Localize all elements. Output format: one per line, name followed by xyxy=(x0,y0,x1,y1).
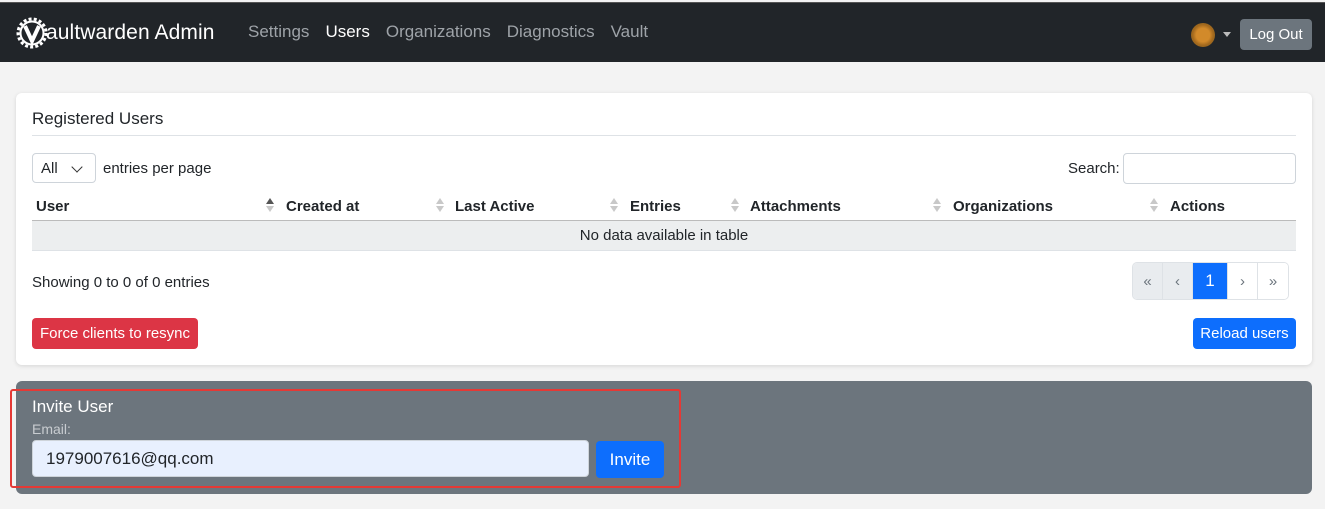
first-page-button[interactable]: « xyxy=(1133,263,1163,299)
highlight-box xyxy=(10,389,681,488)
registered-users-card: Registered Users All entries per page Se… xyxy=(16,93,1312,365)
nav-link-organizations[interactable]: Organizations xyxy=(386,22,491,42)
chevron-down-icon xyxy=(71,161,83,173)
sort-icon xyxy=(266,197,274,213)
previous-page-button[interactable]: ‹ xyxy=(1163,263,1193,299)
sort-icon xyxy=(731,197,739,213)
sort-icon xyxy=(1150,197,1158,213)
brand-title: aultwarden Admin xyxy=(46,21,215,44)
table-empty-row: No data available in table xyxy=(32,221,1296,251)
brand[interactable]: aultwarden Admin xyxy=(16,16,215,50)
page-1-button[interactable]: 1 xyxy=(1193,263,1228,299)
entries-per-page-value: All xyxy=(41,159,58,177)
nav-link-users[interactable]: Users xyxy=(325,22,369,42)
card-title: Registered Users xyxy=(32,109,164,128)
sort-icon xyxy=(436,197,444,213)
next-page-button[interactable]: › xyxy=(1228,263,1258,299)
nav-link-diagnostics[interactable]: Diagnostics xyxy=(507,22,595,42)
divider xyxy=(32,135,1296,136)
caret-down-icon[interactable] xyxy=(1223,32,1231,37)
column-header-attachments[interactable]: Attachments xyxy=(750,198,841,215)
reload-users-button[interactable]: Reload users xyxy=(1193,318,1296,349)
search-input[interactable] xyxy=(1123,153,1296,184)
last-page-button[interactable]: » xyxy=(1258,263,1288,299)
entries-per-page-label: entries per page xyxy=(103,160,212,177)
user-avatar[interactable] xyxy=(1191,23,1215,47)
sort-icon xyxy=(610,197,618,213)
nav-link-vault[interactable]: Vault xyxy=(611,22,649,42)
column-header-user[interactable]: User xyxy=(36,198,69,215)
nav-links: Settings Users Organizations Diagnostics… xyxy=(248,22,664,42)
sort-icon xyxy=(933,197,941,213)
top-navbar: aultwarden Admin Settings Users Organiza… xyxy=(0,2,1325,62)
nav-link-settings[interactable]: Settings xyxy=(248,22,309,42)
column-header-actions[interactable]: Actions xyxy=(1170,198,1225,215)
entries-per-page-select[interactable]: All xyxy=(32,153,96,183)
force-resync-button[interactable]: Force clients to resync xyxy=(32,318,198,349)
column-header-created-at[interactable]: Created at xyxy=(286,198,359,215)
column-header-entries[interactable]: Entries xyxy=(630,198,681,215)
search-label: Search: xyxy=(1068,160,1120,177)
column-header-organizations[interactable]: Organizations xyxy=(953,198,1053,215)
logout-button[interactable]: Log Out xyxy=(1240,19,1312,50)
vaultwarden-logo-icon xyxy=(16,17,48,49)
column-header-last-active[interactable]: Last Active xyxy=(455,198,534,215)
table-info: Showing 0 to 0 of 0 entries xyxy=(32,274,210,291)
pagination: « ‹ 1 › » xyxy=(1132,262,1289,300)
